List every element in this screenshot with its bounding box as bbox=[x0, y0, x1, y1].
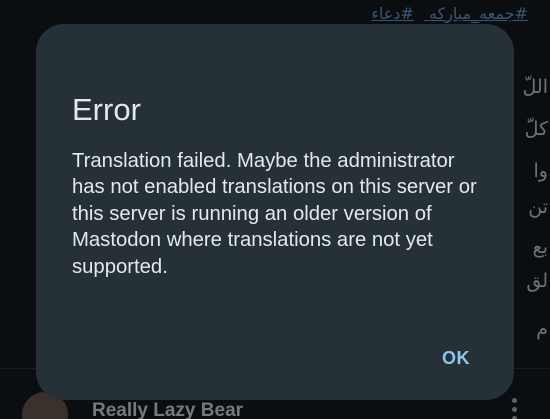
dialog-message: Translation failed. Maybe the administra… bbox=[72, 150, 477, 278]
dialog-title: Error bbox=[72, 92, 141, 127]
error-dialog: Error Translation failed. Maybe the admi… bbox=[36, 24, 514, 400]
ok-button[interactable]: OK bbox=[442, 348, 470, 369]
